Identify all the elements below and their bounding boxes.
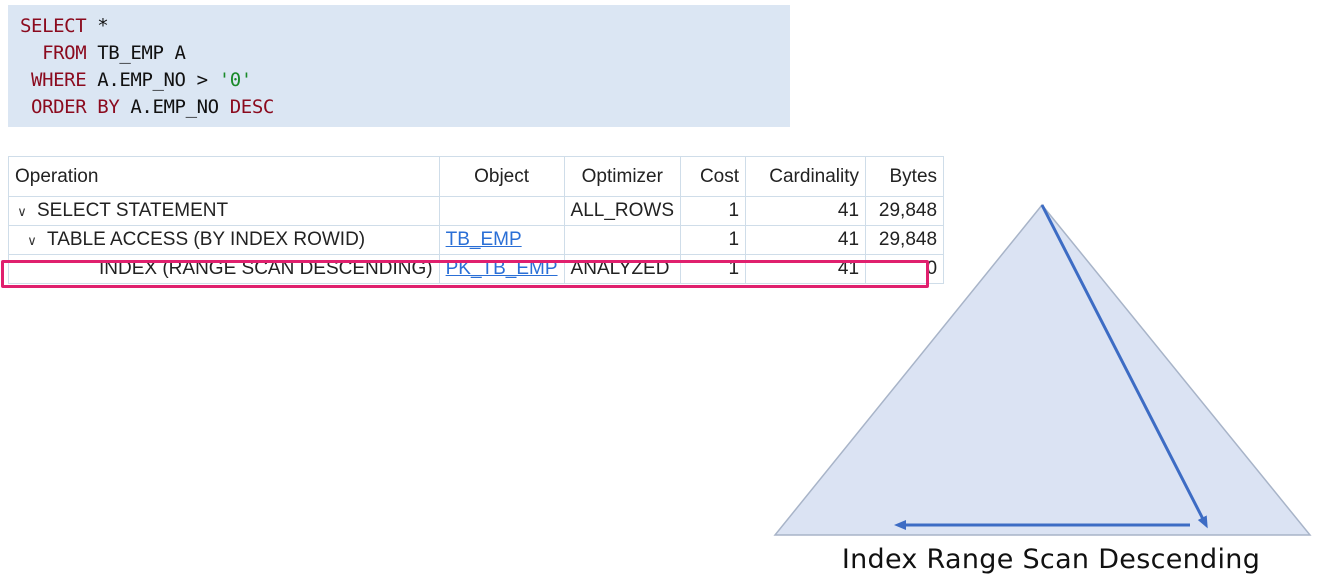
column-header-bytes[interactable]: Bytes — [865, 156, 945, 197]
sql-text: A.EMP_NO > — [86, 69, 219, 91]
sql-line-select: SELECT * — [20, 13, 790, 40]
page: SELECT * FROM TB_EMP A WHERE A.EMP_NO > … — [0, 0, 1324, 587]
sql-line-order-by: ORDER BY A.EMP_NO DESC — [20, 94, 790, 121]
cost-cell: 1 — [680, 196, 747, 226]
sql-keyword: WHERE — [31, 69, 87, 91]
optimizer-cell: ALL_ROWS — [563, 196, 682, 226]
sql-keyword: DESC — [229, 96, 275, 118]
index-tree-diagram — [773, 203, 1312, 536]
sql-line-from: FROM TB_EMP A — [20, 40, 790, 67]
sql-editor[interactable]: SELECT * FROM TB_EMP A WHERE A.EMP_NO > … — [8, 5, 790, 127]
object-cell — [438, 196, 565, 226]
column-header-cost[interactable]: Cost — [680, 156, 747, 197]
sql-text: * — [86, 15, 109, 37]
operation-cell: ∨ SELECT STATEMENT — [8, 196, 440, 226]
sql-keyword: SELECT — [20, 15, 87, 37]
sql-string-literal: '0' — [218, 69, 253, 91]
operation-label: SELECT STATEMENT — [37, 200, 229, 221]
column-header-cardinality[interactable]: Cardinality — [745, 156, 867, 197]
operation-label: INDEX (RANGE SCAN DESCENDING) — [99, 258, 433, 279]
object-link[interactable]: PK_TB_EMP — [446, 258, 558, 279]
sql-text: TB_EMP A — [86, 42, 186, 64]
sql-keyword: ORDER BY — [31, 96, 120, 118]
table-header-row: Operation Object Optimizer Cost Cardinal… — [8, 156, 945, 197]
column-header-object[interactable]: Object — [438, 156, 565, 197]
diagram-caption: Index Range Scan Descending — [841, 544, 1261, 575]
object-link[interactable]: TB_EMP — [446, 229, 522, 250]
column-header-optimizer[interactable]: Optimizer — [563, 156, 682, 197]
cost-cell: 1 — [680, 225, 747, 255]
cost-cell: 1 — [680, 254, 747, 284]
optimizer-cell: ANALYZED — [563, 254, 682, 284]
chevron-down-icon[interactable]: ∨ — [15, 204, 29, 220]
object-cell: TB_EMP — [438, 225, 565, 255]
sql-keyword: FROM — [42, 42, 87, 64]
sql-line-where: WHERE A.EMP_NO > '0' — [20, 67, 790, 94]
chevron-down-icon[interactable]: ∨ — [25, 233, 39, 249]
sql-text: A.EMP_NO — [119, 96, 230, 118]
operation-cell: ∨ TABLE ACCESS (BY INDEX ROWID) — [8, 225, 440, 255]
column-header-operation[interactable]: Operation — [8, 156, 440, 197]
optimizer-cell — [563, 225, 682, 255]
index-tree-triangle — [773, 203, 1312, 536]
object-cell: PK_TB_EMP — [438, 254, 565, 284]
operation-label: TABLE ACCESS (BY INDEX ROWID) — [47, 229, 366, 250]
operation-cell: INDEX (RANGE SCAN DESCENDING) — [8, 254, 440, 284]
